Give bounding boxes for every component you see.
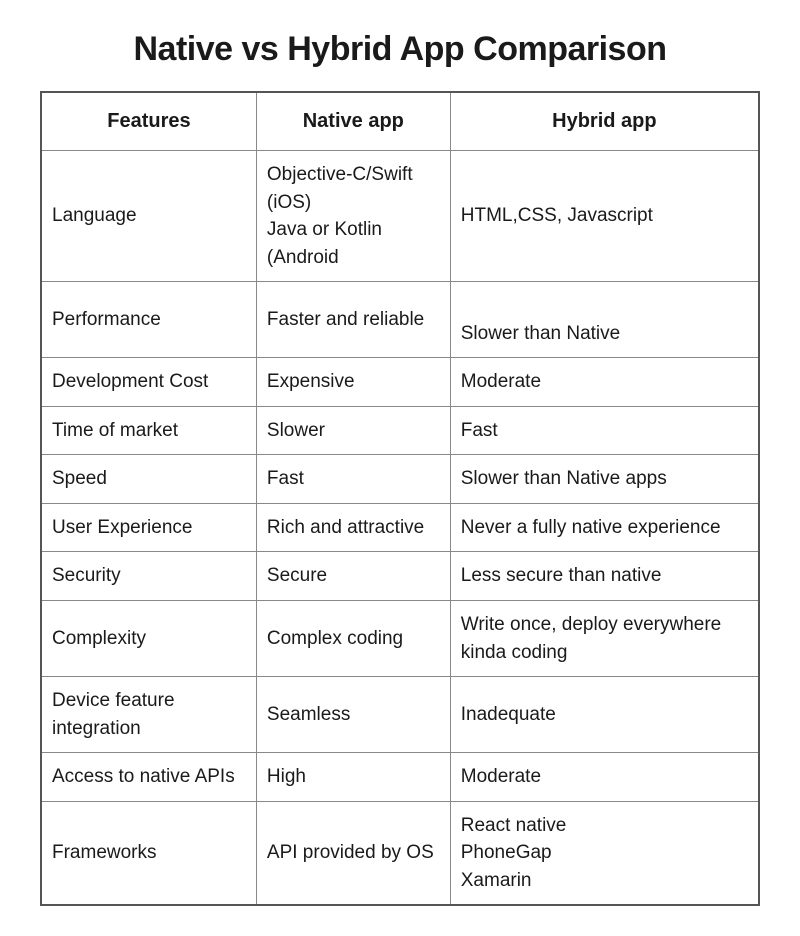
table-row: Development CostExpensiveModerate <box>41 358 759 407</box>
cell-native: Fast <box>256 455 450 504</box>
cell-hybrid: Never a fully native experience <box>450 503 759 552</box>
page-title: Native vs Hybrid App Comparison <box>40 30 760 69</box>
cell-feature: Device feature integration <box>41 677 256 753</box>
cell-feature: Time of market <box>41 406 256 455</box>
cell-feature: Complexity <box>41 601 256 677</box>
cell-hybrid: React native PhoneGap Xamarin <box>450 801 759 905</box>
cell-hybrid: Fast <box>450 406 759 455</box>
table-row: PerformanceFaster and reliable Slower th… <box>41 282 759 358</box>
cell-native: Objective-C/Swift (iOS) Java or Kotlin (… <box>256 151 450 282</box>
cell-feature: Speed <box>41 455 256 504</box>
cell-native: API provided by OS <box>256 801 450 905</box>
cell-native: Faster and reliable <box>256 282 450 358</box>
cell-feature: Language <box>41 151 256 282</box>
cell-hybrid: Slower than Native <box>450 282 759 358</box>
cell-hybrid: Moderate <box>450 753 759 802</box>
cell-hybrid: Moderate <box>450 358 759 407</box>
cell-feature: Development Cost <box>41 358 256 407</box>
cell-feature: Frameworks <box>41 801 256 905</box>
cell-native: Slower <box>256 406 450 455</box>
cell-feature: Security <box>41 552 256 601</box>
table-row: Access to native APIsHighModerate <box>41 753 759 802</box>
cell-hybrid: Slower than Native apps <box>450 455 759 504</box>
cell-hybrid: HTML,CSS, Javascript <box>450 151 759 282</box>
table-row: User ExperienceRich and attractiveNever … <box>41 503 759 552</box>
cell-native: Secure <box>256 552 450 601</box>
comparison-table: Features Native app Hybrid app LanguageO… <box>40 91 760 906</box>
table-row: FrameworksAPI provided by OSReact native… <box>41 801 759 905</box>
cell-hybrid: Write once, deploy everywhere kinda codi… <box>450 601 759 677</box>
cell-hybrid: Less secure than native <box>450 552 759 601</box>
table-row: Device feature integrationSeamlessInadeq… <box>41 677 759 753</box>
cell-native: Expensive <box>256 358 450 407</box>
cell-feature: Performance <box>41 282 256 358</box>
table-row: SpeedFastSlower than Native apps <box>41 455 759 504</box>
cell-native: Complex coding <box>256 601 450 677</box>
cell-native: High <box>256 753 450 802</box>
table-row: LanguageObjective-C/Swift (iOS) Java or … <box>41 151 759 282</box>
table-row: Time of marketSlowerFast <box>41 406 759 455</box>
header-native: Native app <box>256 92 450 151</box>
cell-feature: Access to native APIs <box>41 753 256 802</box>
header-features: Features <box>41 92 256 151</box>
cell-native: Rich and attractive <box>256 503 450 552</box>
table-row: ComplexityComplex codingWrite once, depl… <box>41 601 759 677</box>
table-row: SecuritySecureLess secure than native <box>41 552 759 601</box>
cell-feature: User Experience <box>41 503 256 552</box>
cell-hybrid: Inadequate <box>450 677 759 753</box>
cell-native: Seamless <box>256 677 450 753</box>
table-header-row: Features Native app Hybrid app <box>41 92 759 151</box>
header-hybrid: Hybrid app <box>450 92 759 151</box>
